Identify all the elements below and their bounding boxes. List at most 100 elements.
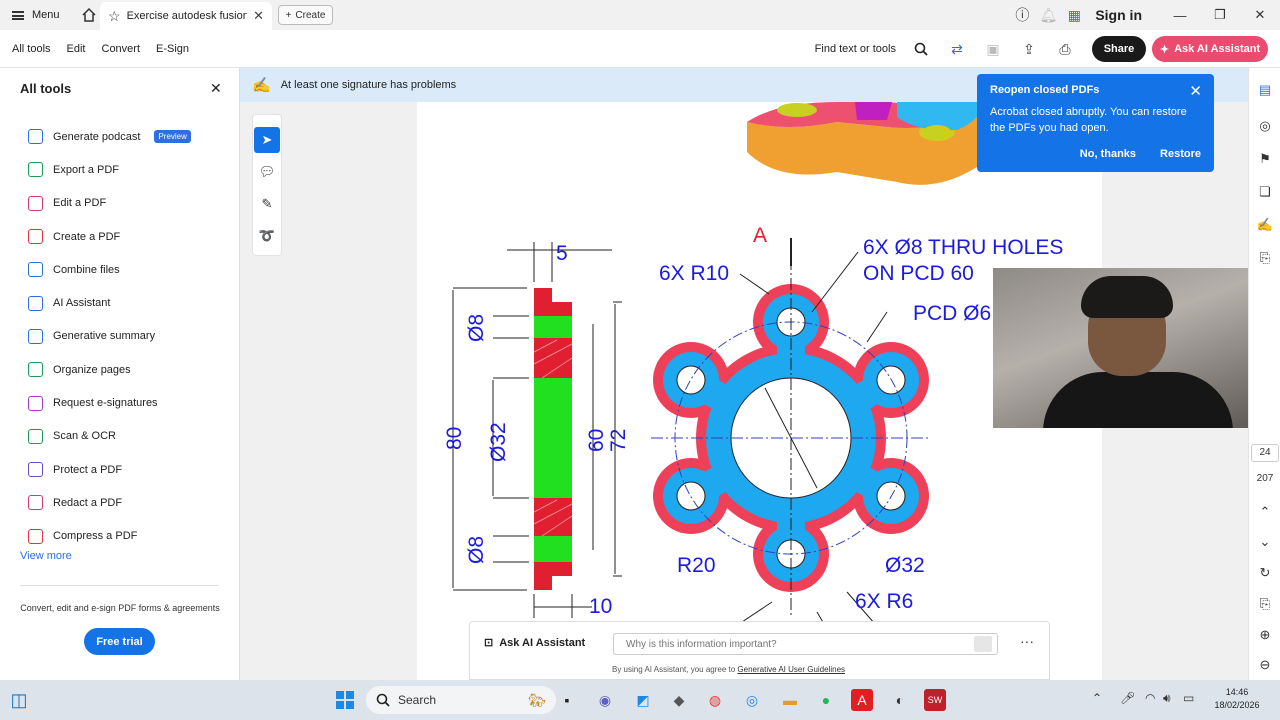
share-button[interactable]: Share bbox=[1092, 36, 1146, 62]
acrobat-icon[interactable]: A bbox=[851, 689, 873, 711]
page-down-icon[interactable]: ⌄ bbox=[1255, 534, 1275, 550]
star-icon[interactable]: ☆ bbox=[108, 8, 121, 25]
banner-text: At least one signature has problems bbox=[280, 79, 457, 91]
rotate-icon[interactable]: ↻ bbox=[1255, 565, 1275, 581]
titlebar-right: ⓘ 🔔︎ ▦ Sign in — ❐ ✕ bbox=[1009, 0, 1280, 30]
tool-item-ai-assistant[interactable]: AI Assistant bbox=[28, 286, 191, 319]
tray-chevron-icon[interactable]: ⌃ bbox=[1092, 691, 1102, 705]
send-icon[interactable] bbox=[974, 636, 992, 652]
menu-edit[interactable]: Edit bbox=[59, 43, 94, 55]
notification-close-icon[interactable]: ✕ bbox=[1189, 82, 1202, 100]
tool-icon bbox=[28, 295, 43, 311]
solidworks-icon[interactable]: SW bbox=[924, 689, 946, 711]
comment-tool-icon[interactable]: 💬︎ bbox=[254, 159, 280, 185]
menu-all-tools[interactable]: All tools bbox=[4, 43, 59, 55]
attachment-icon[interactable]: ⎘ bbox=[1255, 250, 1275, 266]
upload-icon[interactable]: ⇪ bbox=[1014, 34, 1044, 64]
menu-esign[interactable]: E-Sign bbox=[148, 43, 197, 55]
tool-item-combine-files[interactable]: Combine files bbox=[28, 253, 191, 286]
tool-item-generative-summary[interactable]: Generative summary bbox=[28, 320, 191, 353]
spotify-icon[interactable]: ● bbox=[815, 689, 837, 711]
menu-button[interactable]: Menu bbox=[0, 0, 72, 30]
find-text-tools[interactable]: Find text or tools bbox=[815, 43, 896, 55]
fill-sign-icon[interactable]: ✍ bbox=[1255, 217, 1275, 233]
editor-icon[interactable]: ◩ bbox=[632, 689, 654, 711]
close-window-icon[interactable]: ✕ bbox=[1240, 7, 1280, 23]
zoom-in-icon[interactable]: ⊕ bbox=[1255, 627, 1275, 643]
system-clock[interactable]: 14:46 18/02/2026 bbox=[1202, 686, 1272, 712]
more-options-icon[interactable]: ··· bbox=[1020, 633, 1034, 649]
obs-icon[interactable]: ◐ bbox=[889, 689, 911, 711]
tool-item-export-a-pdf[interactable]: Export a PDF bbox=[28, 153, 191, 186]
comment-panel-icon[interactable]: ◎ bbox=[1255, 118, 1275, 134]
edge-icon[interactable]: ◎ bbox=[741, 689, 763, 711]
task-view-icon[interactable]: ▪ bbox=[556, 689, 578, 711]
sidebar-panel-icon[interactable]: ▤ bbox=[1255, 82, 1275, 98]
help-icon[interactable]: ⓘ bbox=[1009, 5, 1035, 25]
tool-icon bbox=[28, 162, 43, 178]
mic-icon[interactable]: 🎤︎ bbox=[1120, 691, 1135, 705]
tool-item-organize-pages[interactable]: Organize pages bbox=[28, 353, 191, 386]
dim-d32: Ø32 bbox=[487, 422, 510, 462]
page-current[interactable]: 24 bbox=[1251, 444, 1279, 462]
tool-label: AI Assistant bbox=[53, 297, 111, 310]
tool-item-edit-a-pdf[interactable]: Edit a PDF bbox=[28, 187, 191, 220]
chrome-icon[interactable]: ◍ bbox=[704, 689, 726, 711]
zoom-out-icon[interactable]: ⊖ bbox=[1255, 657, 1275, 673]
taskbar-search[interactable]: Search 🐅︎ bbox=[366, 686, 556, 714]
copy-icon[interactable]: ❏ bbox=[1255, 184, 1275, 200]
ai-question-input[interactable] bbox=[613, 633, 998, 655]
maximize-icon[interactable]: ❐ bbox=[1200, 7, 1240, 23]
widgets-icon[interactable]: ◫ bbox=[8, 689, 30, 711]
panel-close-icon[interactable]: ✕ bbox=[210, 80, 222, 97]
file-explorer-icon[interactable]: ▬ bbox=[779, 689, 801, 711]
no-thanks-button[interactable]: No, thanks bbox=[1080, 148, 1136, 160]
toolbar-menu: All tools Edit Convert E-Sign bbox=[4, 43, 197, 55]
tools-list: Generate podcast Preview Export a PDF Edit … bbox=[28, 120, 191, 553]
wifi-icon[interactable]: ◠ bbox=[1145, 691, 1155, 705]
ai-bar-label[interactable]: ⊡ Ask AI Assistant bbox=[484, 636, 585, 650]
lasso-tool-icon[interactable]: ➰ bbox=[254, 223, 280, 249]
search-icon[interactable] bbox=[906, 34, 936, 64]
save-icon[interactable]: ▣ bbox=[978, 34, 1008, 64]
document-tab[interactable]: ☆ Exercise autodesk fusion... ✕ bbox=[100, 2, 272, 30]
teams-icon[interactable]: ◉ bbox=[594, 689, 616, 711]
print-icon[interactable]: ⎙ bbox=[1050, 34, 1080, 64]
label-holes-2: ON PCD 60 bbox=[863, 262, 974, 285]
app-icon[interactable]: ◆ bbox=[668, 689, 690, 711]
label-6xr10: 6X R10 bbox=[659, 262, 729, 285]
create-button[interactable]: + Create bbox=[278, 5, 333, 25]
fit-page-icon[interactable]: ⎘ bbox=[1255, 596, 1275, 612]
tool-item-compress-a-pdf[interactable]: Compress a PDF bbox=[28, 520, 191, 553]
tool-item-protect-a-pdf[interactable]: Protect a PDF bbox=[28, 453, 191, 486]
tool-item-request-e-signatures[interactable]: Request e-signatures bbox=[28, 386, 191, 419]
bookmark-icon[interactable]: ⚑ bbox=[1255, 151, 1275, 167]
ask-ai-button[interactable]: ✦ Ask AI Assistant bbox=[1152, 36, 1268, 62]
restore-button[interactable]: Restore bbox=[1160, 148, 1201, 160]
apps-grid-icon[interactable]: ▦ bbox=[1061, 7, 1087, 24]
notification-body: Acrobat closed abruptly. You can restore… bbox=[990, 106, 1187, 134]
signature-warning-icon: ✍ bbox=[252, 77, 271, 94]
tool-item-generate-podcast[interactable]: Generate podcast Preview bbox=[28, 120, 191, 153]
menu-convert[interactable]: Convert bbox=[94, 43, 149, 55]
tool-item-scan-ocr[interactable]: Scan & OCR bbox=[28, 420, 191, 453]
clock-time: 14:46 bbox=[1225, 687, 1249, 697]
guidelines-link[interactable]: Generative AI User Guidelines bbox=[737, 665, 845, 674]
tool-item-redact-a-pdf[interactable]: Redact a PDF bbox=[28, 486, 191, 519]
view-more-link[interactable]: View more bbox=[20, 550, 72, 562]
volume-icon[interactable]: 🔊︎ bbox=[1163, 691, 1171, 706]
ai-assistant-bar: ⊡ Ask AI Assistant ··· By using AI Assis… bbox=[469, 621, 1050, 680]
compare-icon[interactable]: ⇄ bbox=[942, 34, 972, 64]
sign-in-link[interactable]: Sign in bbox=[1095, 7, 1142, 23]
tab-close-icon[interactable]: ✕ bbox=[253, 8, 264, 24]
page-up-icon[interactable]: ⌃ bbox=[1255, 504, 1275, 520]
battery-icon[interactable]: ▭ bbox=[1183, 691, 1194, 705]
tool-label: Create a PDF bbox=[53, 230, 121, 243]
start-icon[interactable] bbox=[334, 689, 356, 711]
minimize-icon[interactable]: — bbox=[1160, 8, 1200, 23]
free-trial-button[interactable]: Free trial bbox=[84, 628, 155, 655]
tool-item-create-a-pdf[interactable]: Create a PDF bbox=[28, 220, 191, 253]
draw-tool-icon[interactable]: ✎ bbox=[254, 191, 280, 217]
bell-icon[interactable]: 🔔︎ bbox=[1035, 7, 1061, 24]
select-tool-icon[interactable]: ➤ bbox=[254, 127, 280, 153]
